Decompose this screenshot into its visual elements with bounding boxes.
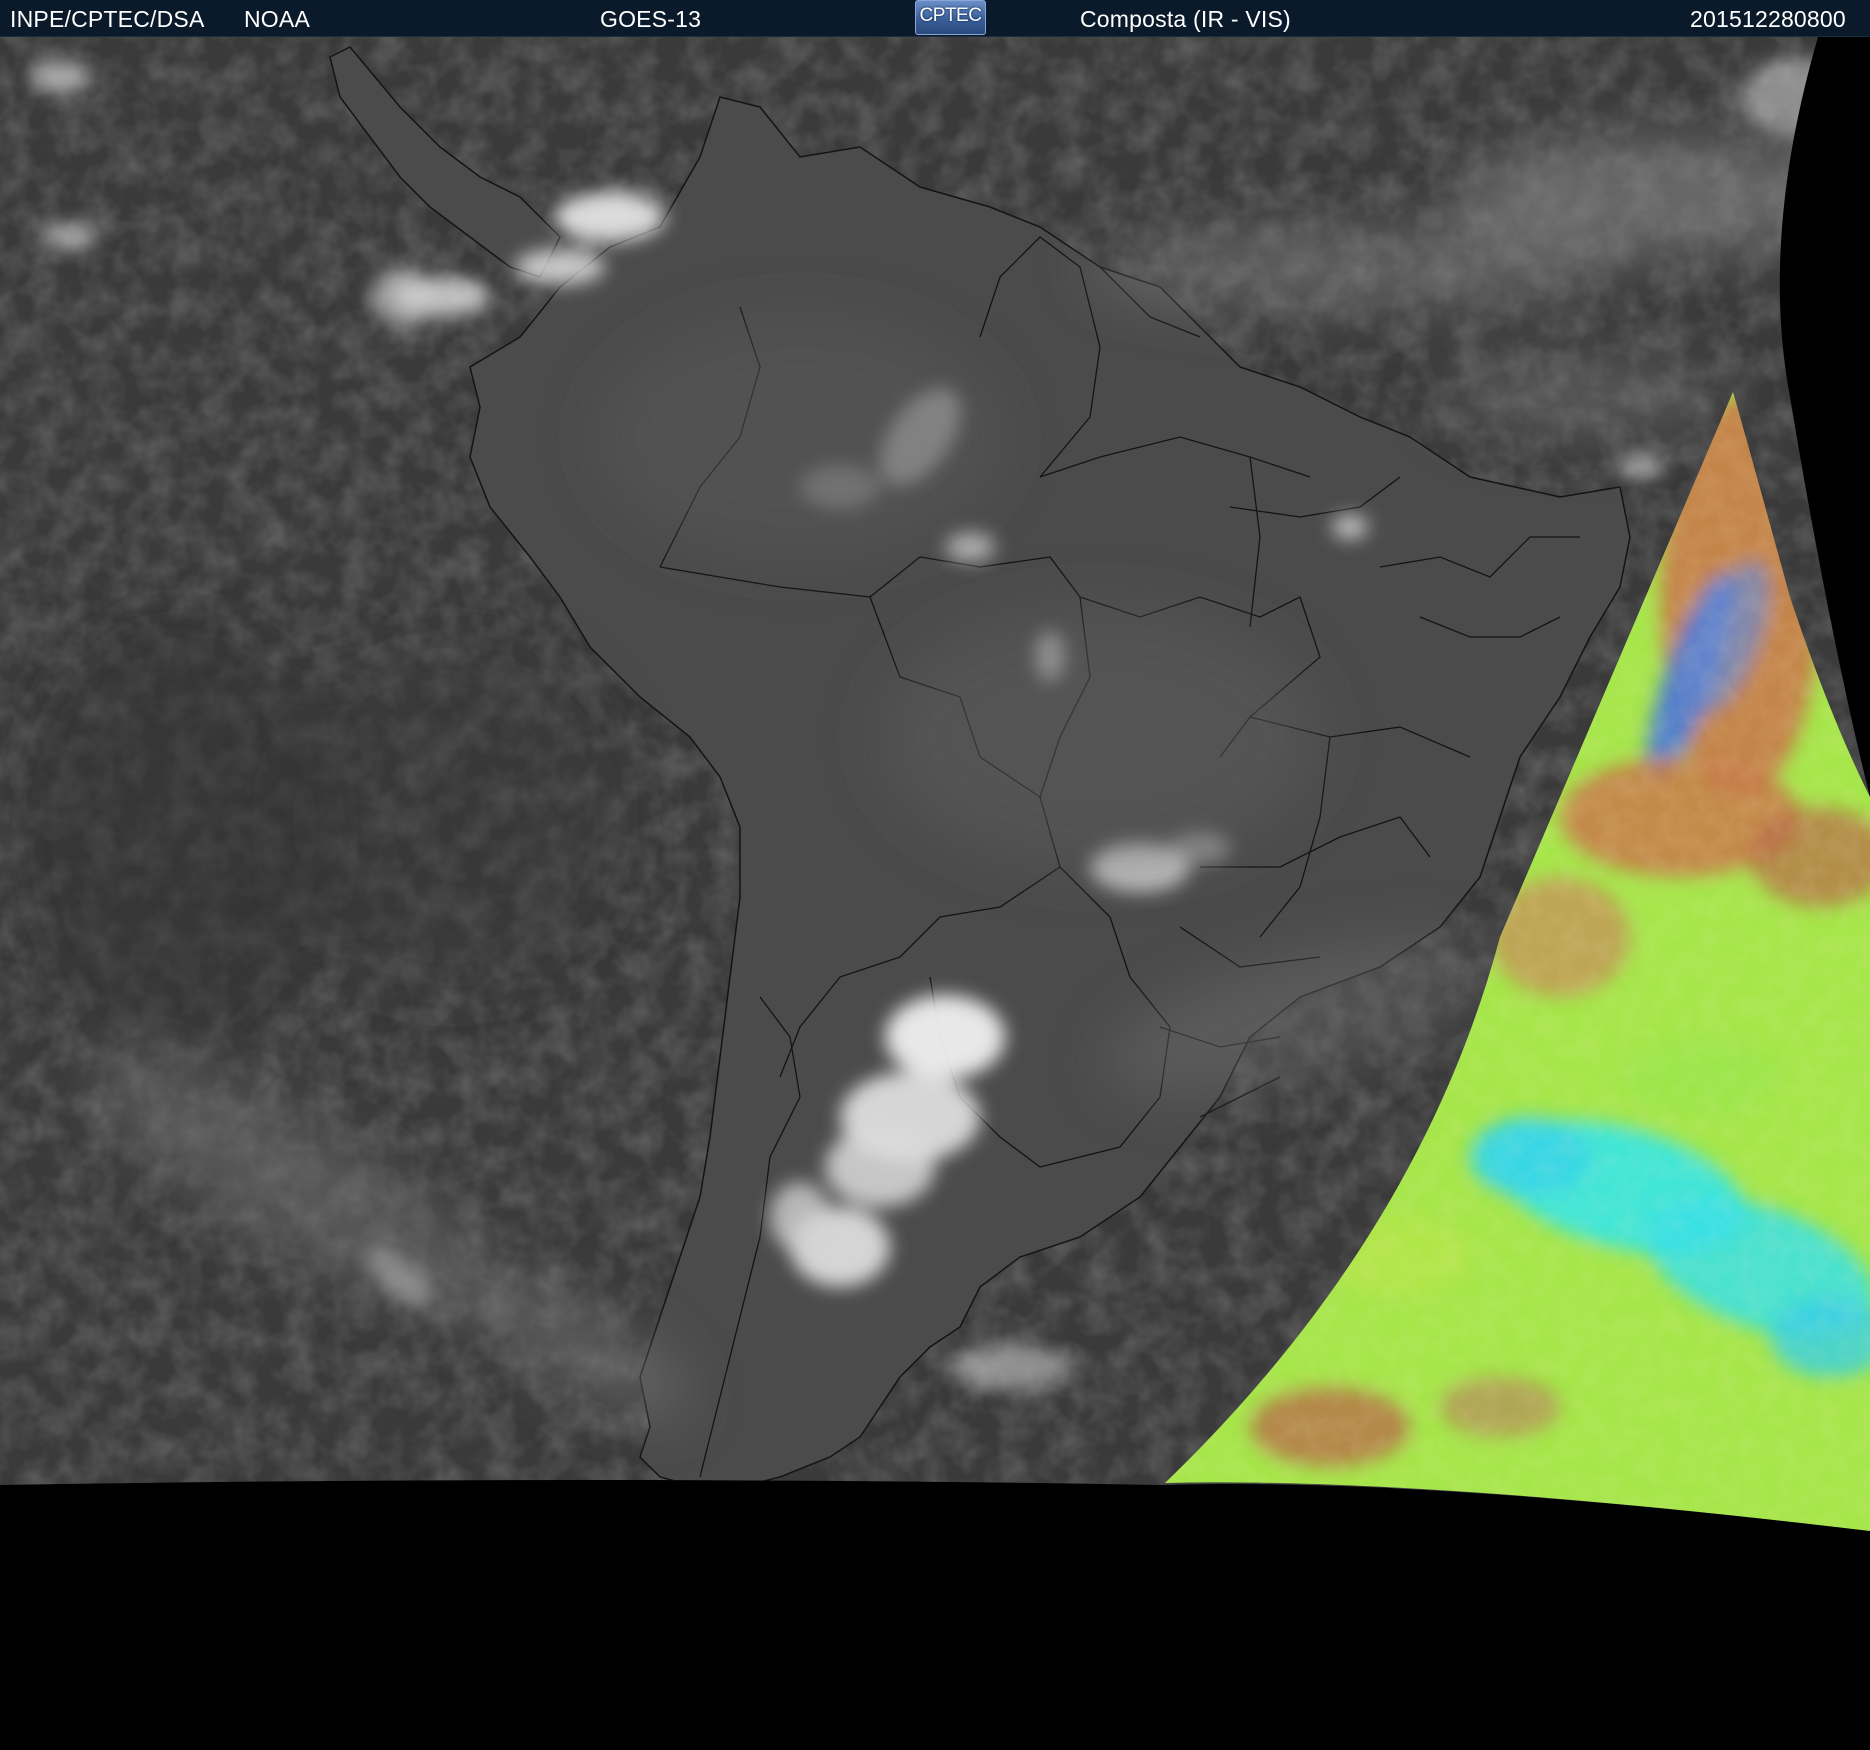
product-label: Composta (IR - VIS) [1080, 6, 1291, 32]
source-label: NOAA [244, 6, 310, 32]
cptec-logo: CPTEC [915, 0, 986, 35]
satellite-imagery-map [0, 37, 1870, 1750]
header-bar: INPE/CPTEC/DSA NOAA GOES-13 CPTEC Compos… [0, 0, 1870, 37]
timestamp-label: 201512280800 [1690, 6, 1846, 32]
satellite-image-frame: INPE/CPTEC/DSA NOAA GOES-13 CPTEC Compos… [0, 0, 1870, 1750]
satellite-label: GOES-13 [600, 6, 702, 32]
logo-text: CPTEC [919, 5, 982, 26]
agency-label: INPE/CPTEC/DSA [10, 6, 205, 32]
